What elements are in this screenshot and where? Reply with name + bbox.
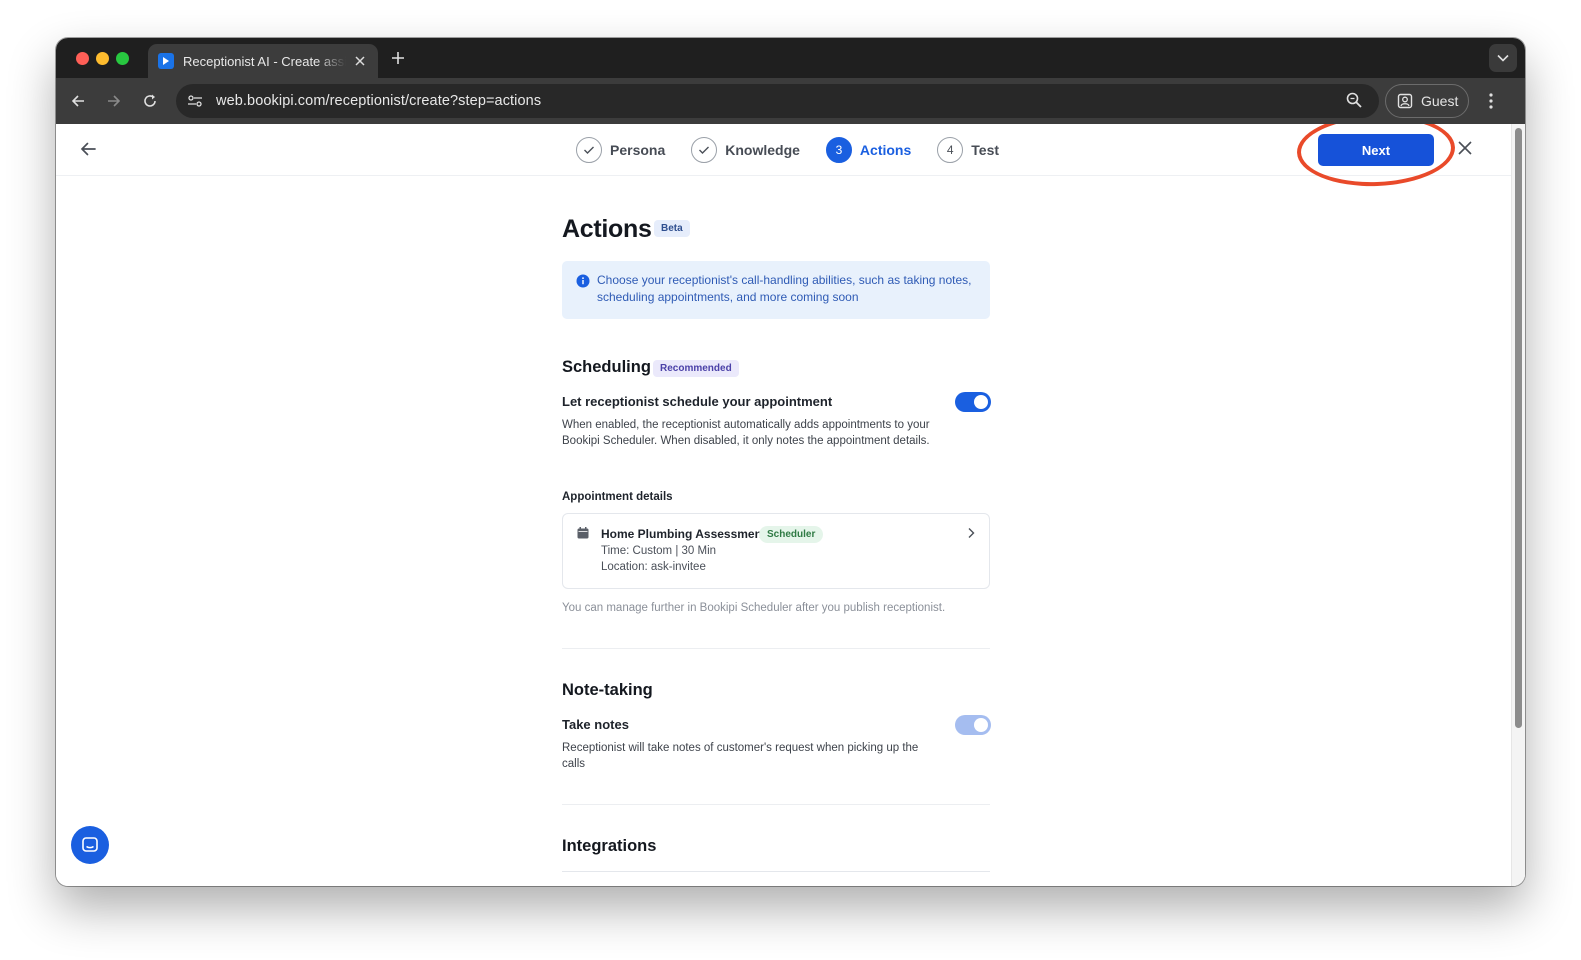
maximize-window-button[interactable] (116, 52, 129, 65)
scrollbar-thumb[interactable] (1515, 128, 1522, 728)
stepper: Persona Knowledge 3 Actions 4 Test (576, 136, 1025, 164)
scheduler-badge: Scheduler (759, 526, 824, 543)
integrations-title: Integrations (562, 837, 657, 855)
wizard-header: Persona Knowledge 3 Actions 4 Test Next (56, 124, 1511, 189)
reload-icon[interactable] (138, 89, 162, 113)
next-button[interactable]: Next (1318, 134, 1434, 166)
page-viewport: Persona Knowledge 3 Actions 4 Test Next … (56, 124, 1525, 886)
step-label: Actions (859, 142, 912, 158)
minimize-window-button[interactable] (96, 52, 109, 65)
browser-toolbar: web.bookipi.com/receptionist/create?step… (56, 78, 1525, 124)
scheduler-footnote: You can manage further in Bookipi Schedu… (562, 602, 946, 614)
tab-strip: Receptionist AI - Create assistant (56, 38, 1525, 78)
new-tab-plus-icon[interactable] (388, 48, 408, 68)
step-number: 4 (937, 137, 964, 163)
take-notes-title: Take notes (562, 717, 629, 732)
schedule-setting-title: Let receptionist schedule your appointme… (562, 394, 833, 409)
info-text: Choose your receptionist's call-handling… (597, 273, 972, 304)
check-icon (691, 137, 718, 163)
info-icon (576, 274, 590, 288)
browser-tab[interactable]: Receptionist AI - Create assistant (148, 44, 378, 78)
guest-profile-icon (1397, 93, 1413, 109)
beta-badge: Beta (654, 220, 690, 237)
close-icon[interactable] (1456, 139, 1478, 161)
back-arrow-icon[interactable] (78, 139, 100, 161)
chat-icon (82, 837, 98, 852)
tab-title: Receptionist AI - Create assistant (183, 53, 346, 69)
schedule-toggle[interactable] (955, 392, 991, 412)
take-notes-toggle[interactable] (955, 715, 991, 735)
step-persona[interactable]: Persona (576, 137, 665, 163)
integrations-card-edge (562, 871, 990, 872)
info-banner: Choose your receptionist's call-handling… (562, 261, 990, 319)
back-arrow-icon[interactable] (66, 89, 90, 113)
appointment-location: Location: ask-invitee (601, 561, 706, 573)
section-divider (562, 804, 990, 805)
appointment-time: Time: Custom | 30 Min (601, 545, 717, 557)
step-test[interactable]: 4 Test (937, 137, 999, 163)
tab-search-chevron-icon[interactable] (1489, 44, 1517, 72)
page-title: Actions (562, 215, 652, 243)
tab-close-icon[interactable] (352, 53, 368, 69)
appointment-name: Home Plumbing Assessment (601, 527, 766, 541)
take-notes-desc: Receptionist will take notes of customer… (562, 742, 919, 770)
step-label: Persona (610, 142, 666, 158)
step-actions[interactable]: 3 Actions (825, 137, 912, 163)
step-number: 3 (825, 137, 852, 163)
forward-arrow-icon[interactable] (102, 89, 126, 113)
site-settings-icon[interactable] (184, 90, 206, 112)
step-label: Test (971, 142, 1000, 158)
recommended-badge: Recommended (653, 360, 739, 377)
browser-menu-kebab-icon[interactable] (1479, 89, 1503, 113)
appointment-details-heading: Appointment details (562, 491, 673, 503)
check-icon (576, 137, 602, 163)
close-window-button[interactable] (76, 52, 89, 65)
step-label: Knowledge (725, 142, 800, 158)
url-text: web.bookipi.com/receptionist/create?step… (216, 93, 542, 109)
section-divider (562, 648, 990, 649)
toggle-knob (974, 395, 988, 409)
schedule-setting-desc: When enabled, the receptionist automatic… (562, 419, 930, 447)
scrollbar-track[interactable] (1511, 124, 1525, 886)
appointment-card[interactable]: Home Plumbing Assessment Scheduler Time:… (562, 513, 990, 589)
zoom-magnifier-icon[interactable] (1345, 91, 1365, 111)
toggle-knob (974, 718, 988, 732)
address-bar[interactable]: web.bookipi.com/receptionist/create?step… (176, 84, 1379, 118)
scheduling-title: Scheduling (562, 358, 651, 376)
guest-label: Guest (1421, 93, 1459, 109)
chat-launcher-button[interactable] (71, 826, 109, 864)
bookipi-favicon-icon (158, 53, 174, 69)
profile-guest-button[interactable]: Guest (1385, 84, 1469, 118)
calendar-icon (577, 527, 589, 539)
chevron-right-icon (968, 528, 975, 538)
browser-window: Receptionist AI - Create assistant web.b… (56, 38, 1525, 886)
step-knowledge[interactable]: Knowledge (691, 137, 800, 163)
note-taking-title: Note-taking (562, 681, 653, 699)
